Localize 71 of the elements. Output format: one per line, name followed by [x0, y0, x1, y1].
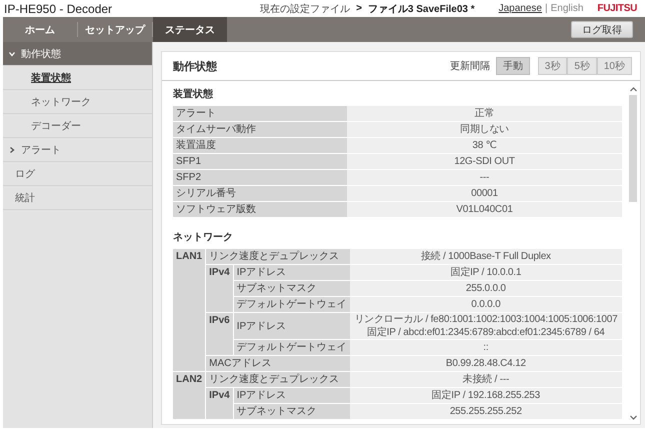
nav-tab[interactable]: ホーム — [3, 17, 77, 42]
field-label: タイムサーバ動作 — [173, 122, 347, 137]
refresh-label: 更新間隔 — [450, 60, 490, 73]
separator: | — [545, 3, 548, 14]
chevron-down-icon — [9, 50, 15, 56]
field-label: アラート — [173, 106, 347, 121]
field-value: 固定IP / 192.168.255.253 — [350, 388, 622, 403]
field-label: デフォルトゲートウェイ — [234, 297, 350, 312]
sidebar-subitem[interactable]: 装置状態 — [3, 66, 152, 90]
logo: FUJITSU — [597, 3, 637, 14]
field-label: サブネットマスク — [234, 281, 350, 296]
field-value: B0.99.28.48.C4.12 — [350, 356, 622, 371]
field-value: 正常 — [347, 106, 622, 121]
field-value: V01L040C01 — [347, 202, 622, 217]
chevron-right-icon — [9, 146, 15, 152]
field-value: --- — [347, 170, 622, 185]
config-label: 現在の設定ファイル — [260, 2, 350, 16]
field-label: デフォルトゲートウェイ — [234, 340, 350, 355]
protocol-label: IPv4 — [209, 390, 230, 401]
field-label: IPアドレス — [234, 265, 350, 280]
field-label: ソフトウェア版数 — [173, 202, 347, 217]
field-label: リンク速度とデュプレックス — [206, 249, 350, 264]
sidebar-subitem[interactable]: ネットワーク — [3, 90, 152, 114]
field-value: 未接続 / --- — [350, 372, 622, 387]
config-file: ファイル3 SaveFile03 * — [368, 2, 475, 16]
field-value: 255.0.0.0 — [350, 281, 622, 296]
field-value: 同期しない — [347, 122, 622, 137]
port-label: LAN1 — [176, 251, 202, 262]
scroll-up-icon[interactable] — [630, 87, 636, 92]
field-value: :: — [350, 340, 622, 355]
scrollbar-thumb[interactable] — [629, 95, 637, 202]
field-label: 装置温度 — [173, 138, 347, 153]
sidebar-item[interactable]: ログ — [3, 162, 152, 186]
app-title: IP-HE950 - Decoder — [4, 2, 112, 16]
config-arrow: > — [356, 3, 362, 14]
field-label: SFP2 — [173, 170, 347, 185]
sidebar-item[interactable]: アラート — [3, 138, 152, 162]
sidebar-subitem[interactable]: デコーダー — [3, 114, 152, 138]
field-label: サブネットマスク — [234, 404, 350, 419]
field-label: SFP1 — [173, 154, 347, 169]
section-title: ネットワーク — [173, 231, 234, 245]
nav-tab[interactable]: ステータス — [153, 17, 227, 42]
language-link[interactable]: Japanese — [498, 3, 542, 14]
protocol-label: IPv6 — [209, 315, 230, 326]
panel-title: 動作状態 — [173, 60, 217, 74]
field-value: 00001 — [347, 186, 622, 201]
log-button[interactable]: ログ取得 — [571, 21, 633, 38]
refresh-option[interactable]: 手動 — [496, 57, 530, 75]
field-label: リンク速度とデュプレックス — [206, 372, 350, 387]
section-title: 装置状態 — [173, 88, 214, 102]
field-label: IPアドレス — [234, 313, 350, 339]
field-value: 12G-SDI OUT — [347, 154, 622, 169]
field-value: 0.0.0.0 — [350, 297, 622, 312]
field-value: 接続 / 1000Base-T Full Duplex — [350, 249, 622, 264]
sidebar-item[interactable]: 統計 — [3, 186, 152, 210]
field-value: 固定IP / 10.0.0.1 — [350, 265, 622, 280]
nav-tab[interactable]: セットアップ — [78, 17, 152, 42]
refresh-option[interactable]: 3秒 — [538, 57, 568, 75]
sidebar-item[interactable]: 動作状態 — [3, 42, 152, 66]
field-label: IPアドレス — [234, 388, 350, 403]
field-label: MACアドレス — [206, 356, 350, 371]
field-value: リンクローカル / fe80:1001:1002:1003:1004:1005:1006:1007 固定IP / abcd:ef01:2345:6789:abcd:ef01:2345:6789 / 64 — [350, 313, 622, 339]
field-value: 38 ℃ — [347, 138, 622, 153]
scroll-down-icon[interactable] — [630, 415, 636, 420]
field-label: シリアル番号 — [173, 186, 347, 201]
refresh-option[interactable]: 10秒 — [596, 57, 632, 75]
field-value: 255.255.255.252 — [350, 404, 622, 419]
port-label: LAN2 — [176, 374, 202, 385]
protocol-label: IPv4 — [209, 267, 230, 278]
refresh-option[interactable]: 5秒 — [567, 57, 597, 75]
language-link[interactable]: English — [550, 3, 584, 14]
